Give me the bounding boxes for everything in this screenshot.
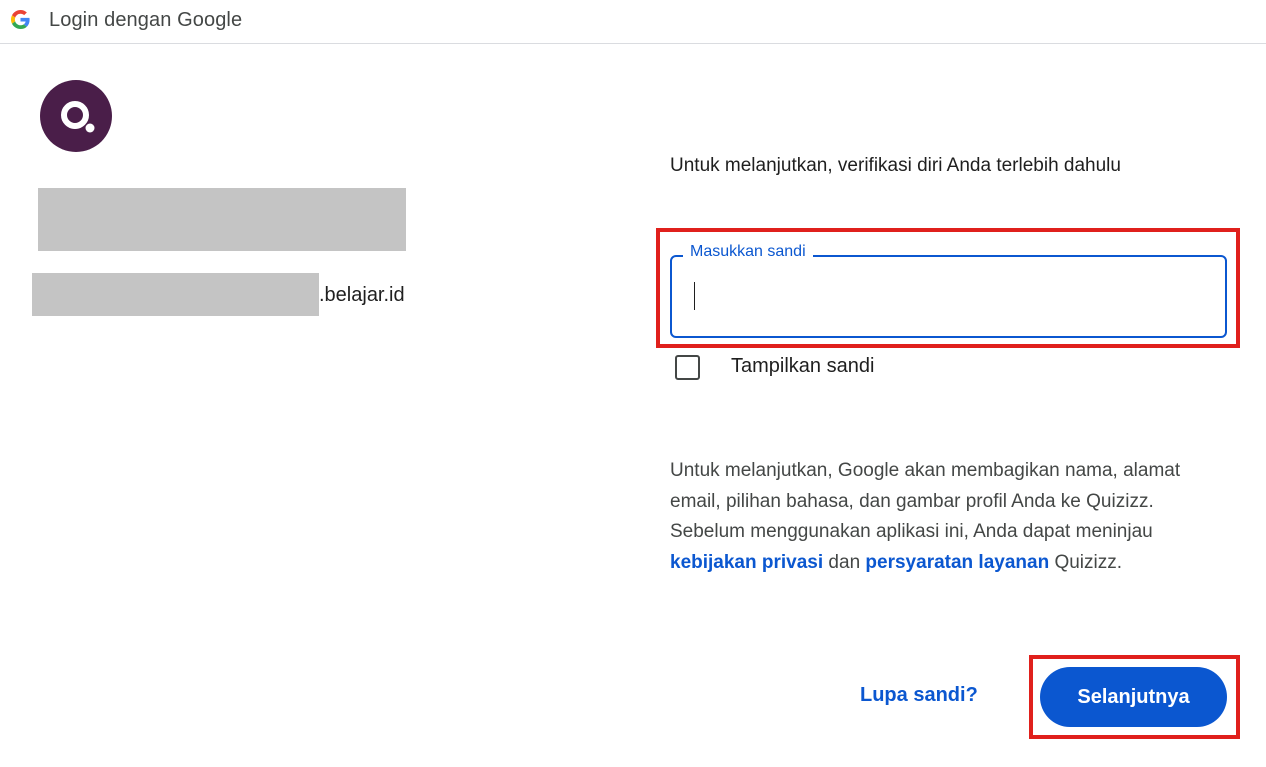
redacted-email-prefix: [32, 273, 319, 316]
google-g-icon: [11, 10, 30, 29]
privacy-policy-link[interactable]: kebijakan privasi: [670, 552, 823, 573]
quizizz-logo-icon: [40, 80, 112, 152]
email-domain: .belajar.id: [319, 284, 405, 306]
show-password-label[interactable]: Tampilkan sandi: [731, 355, 874, 378]
text-caret: [694, 282, 695, 310]
dialog-header: Login dengan Google: [0, 0, 1266, 44]
login-page: Login dengan Google .belajar.id Untuk me…: [0, 0, 1266, 767]
terms-of-service-link[interactable]: persyaratan layanan: [865, 552, 1049, 573]
password-input[interactable]: [684, 272, 1218, 324]
password-field-label: Masukkan sandi: [683, 243, 813, 261]
consent-text-part2: dan: [823, 551, 866, 573]
consent-text-part1: Untuk melanjutkan, Google akan membagika…: [670, 460, 1181, 542]
dialog-title: Login dengan Google: [49, 9, 243, 31]
verify-instruction: Untuk melanjutkan, verifikasi diri Anda …: [670, 155, 1121, 176]
consent-text: Untuk melanjutkan, Google akan membagika…: [670, 456, 1215, 578]
consent-text-part3: Quizizz.: [1049, 551, 1123, 573]
forgot-password-link[interactable]: Lupa sandi?: [860, 684, 978, 707]
show-password-checkbox[interactable]: [675, 355, 700, 380]
redacted-account-name: [38, 188, 406, 251]
next-button[interactable]: Selanjutnya: [1040, 667, 1227, 727]
